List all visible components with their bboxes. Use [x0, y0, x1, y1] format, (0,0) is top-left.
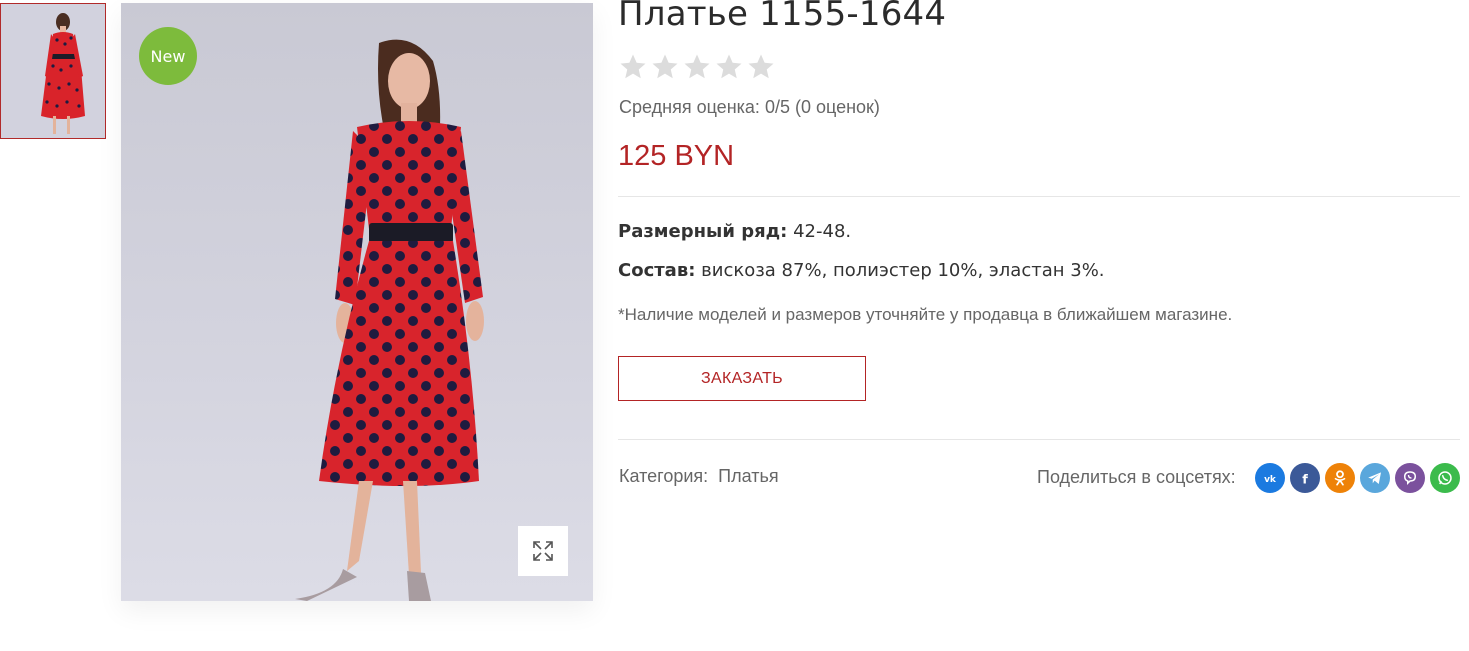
composition-value: вискоза 87%, полиэстер 10%, эластан 3%.: [695, 260, 1105, 281]
telegram-icon[interactable]: [1360, 463, 1390, 493]
odnoklassniki-icon[interactable]: [1325, 463, 1355, 493]
dress-thumbnail-image: [1, 4, 105, 138]
star-icon[interactable]: [650, 52, 680, 82]
svg-text:f: f: [1302, 472, 1308, 487]
star-icon[interactable]: [682, 52, 712, 82]
average-rating-label: Средняя оценка:: [619, 97, 760, 117]
size-range-value: 42-48.: [787, 221, 852, 242]
average-rating-value: 0/5 (0 оценок): [764, 97, 880, 117]
star-icon[interactable]: [746, 52, 776, 82]
product-thumbnail[interactable]: [0, 3, 106, 139]
category-label: Категория:: [619, 466, 709, 486]
svg-text:vk: vk: [1264, 475, 1277, 485]
social-share-buttons: vk f: [1255, 463, 1460, 493]
vk-icon[interactable]: vk: [1255, 463, 1285, 493]
dress-photo: [295, 39, 484, 601]
product-main-image[interactable]: New: [121, 3, 593, 601]
facebook-icon[interactable]: f: [1290, 463, 1320, 493]
average-rating: Средняя оценка: 0/5 (0 оценок): [619, 97, 880, 118]
star-icon[interactable]: [618, 52, 648, 82]
composition: Состав: вискоза 87%, полиэстер 10%, элас…: [618, 260, 1105, 281]
order-button[interactable]: ЗАКАЗАТЬ: [618, 356, 866, 401]
size-range: Размерный ряд: 42-48.: [618, 221, 851, 242]
product-title: Платье 1155-1644: [618, 0, 947, 34]
rating-stars[interactable]: [618, 52, 776, 82]
zoom-button[interactable]: [518, 526, 568, 576]
new-badge: New: [139, 27, 197, 85]
expand-icon: [533, 541, 553, 561]
divider: [618, 439, 1460, 440]
category: Категория: Платья: [619, 466, 779, 487]
star-icon[interactable]: [714, 52, 744, 82]
share-label: Поделиться в соцсетях:: [1037, 467, 1236, 487]
divider: [618, 196, 1460, 197]
whatsapp-icon[interactable]: [1430, 463, 1460, 493]
size-range-label: Размерный ряд:: [618, 221, 788, 242]
product-price: 125 BYN: [618, 140, 735, 172]
composition-label: Состав:: [618, 260, 696, 281]
viber-icon[interactable]: [1395, 463, 1425, 493]
availability-note: *Наличие моделей и размеров уточняйте у …: [618, 305, 1233, 324]
category-link[interactable]: Платья: [718, 466, 778, 486]
